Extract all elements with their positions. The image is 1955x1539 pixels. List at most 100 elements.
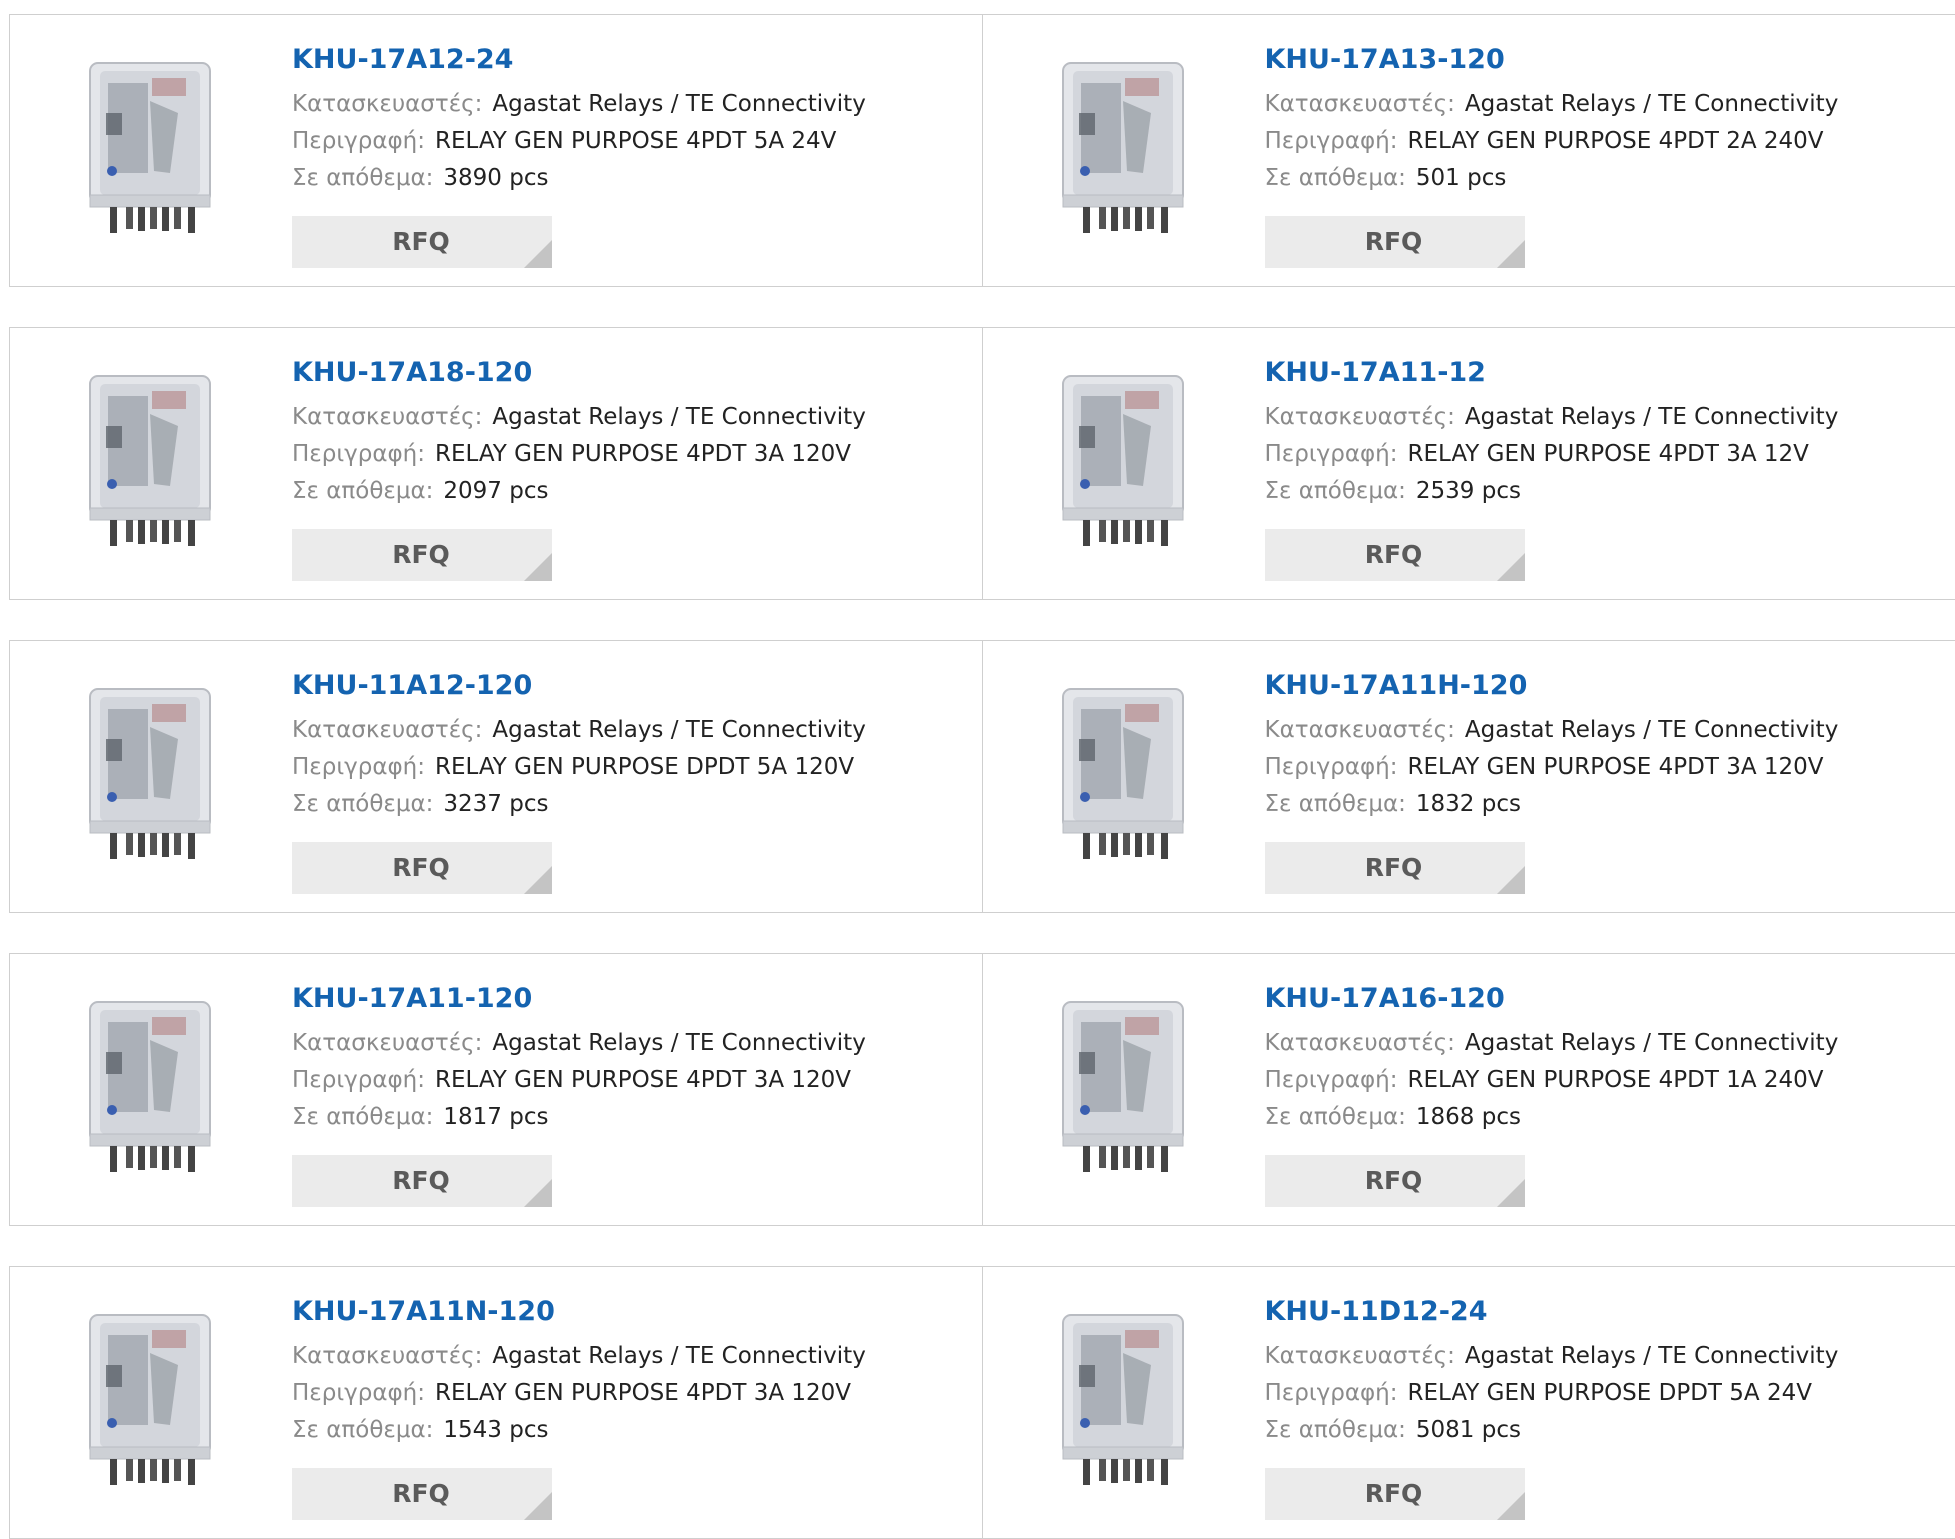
product-title-link[interactable]: KHU-17A11N-120 bbox=[292, 1295, 952, 1329]
stock-label: Σε απόθεμα: bbox=[1265, 1417, 1406, 1443]
manufacturer-label: Κατασκευαστές: bbox=[1265, 717, 1455, 743]
rfq-button-label: RFQ bbox=[1365, 540, 1425, 569]
relay-product-image[interactable] bbox=[50, 1305, 250, 1505]
manufacturer-value: Agastat Relays / TE Connectivity bbox=[1465, 717, 1838, 743]
rfq-corner-decoration bbox=[524, 1492, 552, 1520]
relay-icon bbox=[1023, 992, 1223, 1192]
rfq-button[interactable]: RFQ bbox=[292, 1155, 552, 1207]
rfq-button[interactable]: RFQ bbox=[1265, 1468, 1525, 1520]
stock-value: 3890 pcs bbox=[443, 165, 548, 191]
product-card: KHU-17A11H-120 Κατασκευαστές: Agastat Rel… bbox=[983, 641, 1955, 912]
relay-product-image[interactable] bbox=[1023, 679, 1223, 879]
description-row: Περιγραφή:RELAY GEN PURPOSE 4PDT 1A 240V bbox=[1265, 1062, 1925, 1099]
relay-product-image[interactable] bbox=[50, 679, 250, 879]
product-info: KHU-17A11-120 Κατασκευαστές:Agastat Rela… bbox=[292, 982, 952, 1136]
relay-icon bbox=[1023, 366, 1223, 566]
product-info: KHU-17A12-24 Κατασκευαστές:Agastat Relay… bbox=[292, 43, 952, 197]
relay-product-image[interactable] bbox=[50, 53, 250, 253]
description-row: Περιγραφή:RELAY GEN PURPOSE 4PDT 3A 120V bbox=[292, 1062, 952, 1099]
manufacturer-row: Κατασκευαστές:Agastat Relays / TE Connec… bbox=[292, 1338, 952, 1375]
rfq-button[interactable]: RFQ bbox=[292, 842, 552, 894]
description-value: RELAY GEN PURPOSE 4PDT 3A 120V bbox=[435, 1380, 851, 1406]
product-card: KHU-17A12-24 Κατασκευαστές:Agastat Relay… bbox=[10, 15, 983, 286]
product-row: KHU-17A11N-120 Κατασκευαστές:Agastat Rel… bbox=[9, 1266, 1955, 1539]
relay-product-image[interactable] bbox=[50, 366, 250, 566]
rfq-button-label: RFQ bbox=[1365, 1166, 1425, 1195]
product-info: KHU-17A13-120 Κατασκευαστές:Agastat Rela… bbox=[1265, 43, 1925, 197]
product-title-link[interactable]: KHU-17A13-120 bbox=[1265, 43, 1925, 77]
rfq-button-label: RFQ bbox=[392, 540, 452, 569]
stock-label: Σε απόθεμα: bbox=[1265, 478, 1406, 504]
relay-icon bbox=[50, 992, 250, 1192]
relay-icon bbox=[50, 1305, 250, 1505]
stock-row: Σε απόθεμα:2539 pcs bbox=[1265, 473, 1925, 510]
manufacturer-value: Agastat Relays / TE Connectivity bbox=[492, 717, 865, 743]
relay-icon bbox=[1023, 1305, 1223, 1505]
rfq-corner-decoration bbox=[1497, 866, 1525, 894]
stock-value: 1868 pcs bbox=[1416, 1104, 1521, 1130]
manufacturer-label: Κατασκευαστές: bbox=[1265, 1343, 1455, 1369]
description-value: RELAY GEN PURPOSE DPDT 5A 24V bbox=[1407, 1380, 1811, 1406]
rfq-corner-decoration bbox=[1497, 240, 1525, 268]
relay-product-image[interactable] bbox=[1023, 53, 1223, 253]
manufacturer-label: Κατασκευαστές: bbox=[292, 1343, 482, 1369]
product-title-link[interactable]: KHU-17A16-120 bbox=[1265, 982, 1925, 1016]
product-title-link[interactable]: KHU-17A11-12 bbox=[1265, 356, 1925, 390]
product-title-link[interactable]: KHU-17A12-24 bbox=[292, 43, 952, 77]
description-row: Περιγραφή:RELAY GEN PURPOSE 4PDT 3A 120V bbox=[1265, 749, 1925, 786]
description-value: RELAY GEN PURPOSE 4PDT 3A 12V bbox=[1407, 441, 1808, 467]
stock-label: Σε απόθεμα: bbox=[292, 1417, 433, 1443]
rfq-corner-decoration bbox=[1497, 1492, 1525, 1520]
rfq-button[interactable]: RFQ bbox=[1265, 1155, 1525, 1207]
product-title-link[interactable]: KHU-11D12-24 bbox=[1265, 1295, 1925, 1329]
rfq-button-label: RFQ bbox=[392, 1479, 452, 1508]
rfq-button-label: RFQ bbox=[1365, 853, 1425, 882]
description-row: Περιγραφή:RELAY GEN PURPOSE 4PDT 5A 24V bbox=[292, 123, 952, 160]
product-row: KHU-11A12-120 Κατασκευαστές: Agastat Rela… bbox=[9, 640, 1955, 913]
rfq-button[interactable]: RFQ bbox=[1265, 529, 1525, 581]
rfq-corner-decoration bbox=[1497, 1179, 1525, 1207]
description-row: Περιγραφή:RELAY GEN PURPOSE 4PDT 3A 12V bbox=[1265, 436, 1925, 473]
stock-row: Σε απόθεμα:1832 pcs bbox=[1265, 786, 1925, 823]
rfq-button[interactable]: RFQ bbox=[1265, 216, 1525, 268]
manufacturer-row: Κατασκευαστές: Agastat Relays / TE Connec… bbox=[1265, 712, 1925, 749]
description-label: Περιγραφή: bbox=[1265, 128, 1398, 154]
stock-label: Σε απόθεμα: bbox=[1265, 165, 1406, 191]
stock-row: Σε απόθεμα: 5081 pcs bbox=[1265, 1412, 1925, 1449]
product-title-link[interactable]: KHU-17A18-120 bbox=[292, 356, 952, 390]
product-grid: KHU-17A12-24 Κατασκευαστές: Agastat Relay… bbox=[0, 0, 1955, 1525]
description-value: RELAY GEN PURPOSE 4PDT 3A 120V bbox=[435, 441, 851, 467]
manufacturer-label: Κατασκευαστές: bbox=[292, 1030, 482, 1056]
description-label: Περιγραφή: bbox=[292, 128, 425, 154]
rfq-button[interactable]: RFQ bbox=[292, 216, 552, 268]
description-value: RELAY GEN PURPOSE 4PDT 1A 240V bbox=[1407, 1067, 1823, 1093]
product-card: KHU-17A11-12 Κατασκευαστές:Agastat Relay… bbox=[983, 328, 1955, 599]
description-label: Περιγραφή: bbox=[292, 754, 425, 780]
product-title-link[interactable]: KHU-17A11H-120 bbox=[1265, 669, 1925, 703]
relay-product-image[interactable] bbox=[1023, 992, 1223, 1192]
stock-row: Σε απόθεμα:1543 pcs bbox=[292, 1412, 952, 1449]
rfq-button[interactable]: RFQ bbox=[292, 1468, 552, 1520]
stock-value: 501 pcs bbox=[1416, 165, 1506, 191]
manufacturer-row: Κατασκευαστές:Agastat Relays / TE Connec… bbox=[292, 712, 952, 749]
relay-icon bbox=[1023, 679, 1223, 879]
stock-row: Σε απόθεμα: 501 pcs bbox=[1265, 160, 1925, 197]
rfq-corner-decoration bbox=[524, 866, 552, 894]
description-value: RELAY GEN PURPOSE 4PDT 3A 120V bbox=[435, 1067, 851, 1093]
relay-product-image[interactable] bbox=[50, 992, 250, 1192]
manufacturer-row: Κατασκευαστές:Agastat Relays / TE Connec… bbox=[1265, 86, 1925, 123]
stock-label: Σε απόθεμα: bbox=[292, 478, 433, 504]
rfq-button[interactable]: RFQ bbox=[292, 529, 552, 581]
manufacturer-value: Agastat Relays / TE Connectivity bbox=[1465, 1343, 1838, 1369]
manufacturer-value: Agastat Relays / TE Connectivity bbox=[492, 404, 865, 430]
description-row: Περιγραφή:RELAY GEN PURPOSE DPDT 5A 24V bbox=[1265, 1375, 1925, 1412]
relay-product-image[interactable] bbox=[1023, 366, 1223, 566]
product-title-link[interactable]: KHU-17A11-120 bbox=[292, 982, 952, 1016]
product-info: KHU-17A11H-120 Κατασκευαστές: Agastat Rel… bbox=[1265, 669, 1925, 823]
rfq-button[interactable]: RFQ bbox=[1265, 842, 1525, 894]
product-title-link[interactable]: KHU-11A12-120 bbox=[292, 669, 952, 703]
manufacturer-label: Κατασκευαστές: bbox=[292, 91, 482, 117]
manufacturer-label: Κατασκευαστές: bbox=[1265, 1030, 1455, 1056]
relay-product-image[interactable] bbox=[1023, 1305, 1223, 1505]
stock-value: 5081 pcs bbox=[1416, 1417, 1521, 1443]
